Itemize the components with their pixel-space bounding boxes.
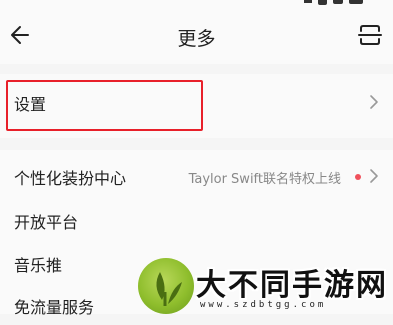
music-push-label: 音乐推: [14, 256, 63, 275]
open-platform-label: 开放平台: [14, 213, 79, 232]
status-icons: [304, 0, 363, 5]
personal-center-item[interactable]: 个性化装扮中心 Taylor Swift联名特权上线: [0, 156, 393, 196]
scan-button[interactable]: [357, 22, 383, 48]
leaf-icon: [156, 272, 182, 306]
navigation-bar: 更多: [0, 8, 393, 64]
scan-icon: [358, 25, 382, 45]
wifi-icon: [304, 0, 312, 3]
battery-icon: [349, 0, 363, 4]
settings-label: 设置: [14, 95, 47, 114]
leaf-logo-icon: [138, 258, 194, 314]
watermark-url: www.szdbtgg.com: [200, 300, 327, 310]
promo-text: Taylor Swift联名特权上线: [188, 172, 341, 187]
free-data-label: 免流量服务: [14, 298, 95, 317]
settings-section: 设置: [0, 74, 393, 138]
chevron-right-icon: [370, 169, 378, 183]
settings-item[interactable]: 设置: [0, 82, 393, 122]
personal-center-label: 个性化装扮中心: [14, 169, 127, 188]
signal-icon: [318, 0, 327, 5]
open-platform-item[interactable]: 开放平台: [0, 200, 393, 240]
watermark: 大不同手游网 www.szdbtgg.com: [138, 258, 393, 314]
sim-icon: [333, 0, 343, 4]
new-dot-badge: [355, 174, 361, 180]
watermark-title: 大不同手游网: [196, 268, 388, 303]
status-bar: [0, 0, 393, 8]
page-title: 更多: [177, 28, 216, 50]
chevron-right-icon: [370, 95, 378, 109]
